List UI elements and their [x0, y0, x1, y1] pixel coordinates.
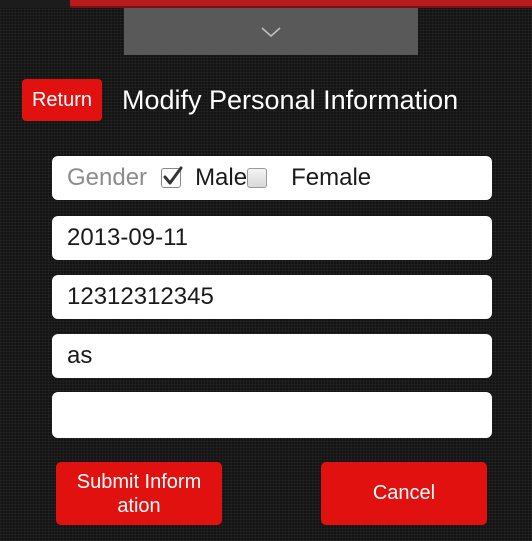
return-button[interactable]: Return [22, 79, 102, 121]
gender-label: Gender [67, 164, 148, 191]
birthday-input[interactable]: 2013-09-11 [52, 216, 492, 260]
checkmark-icon [163, 166, 183, 185]
top-accent-bar [70, 0, 532, 8]
cancel-button[interactable]: Cancel [321, 462, 487, 525]
phone-input[interactable]: 12312312345 [52, 275, 492, 319]
status-strip [0, 0, 532, 8]
gender-field: Gender Male Female [52, 156, 492, 200]
female-option-label[interactable]: Female [291, 164, 371, 192]
name-input[interactable]: as [52, 334, 492, 378]
male-option-label[interactable]: Male [195, 164, 247, 192]
male-checkbox[interactable] [161, 166, 183, 188]
partially-hidden-input[interactable] [52, 392, 492, 438]
submit-button[interactable]: Submit Inform ation [56, 462, 222, 525]
page-title: Modify Personal Information [122, 85, 459, 115]
chevron-down-icon [261, 26, 281, 37]
female-checkbox[interactable] [247, 168, 268, 188]
pulldown-handle[interactable] [124, 8, 418, 55]
